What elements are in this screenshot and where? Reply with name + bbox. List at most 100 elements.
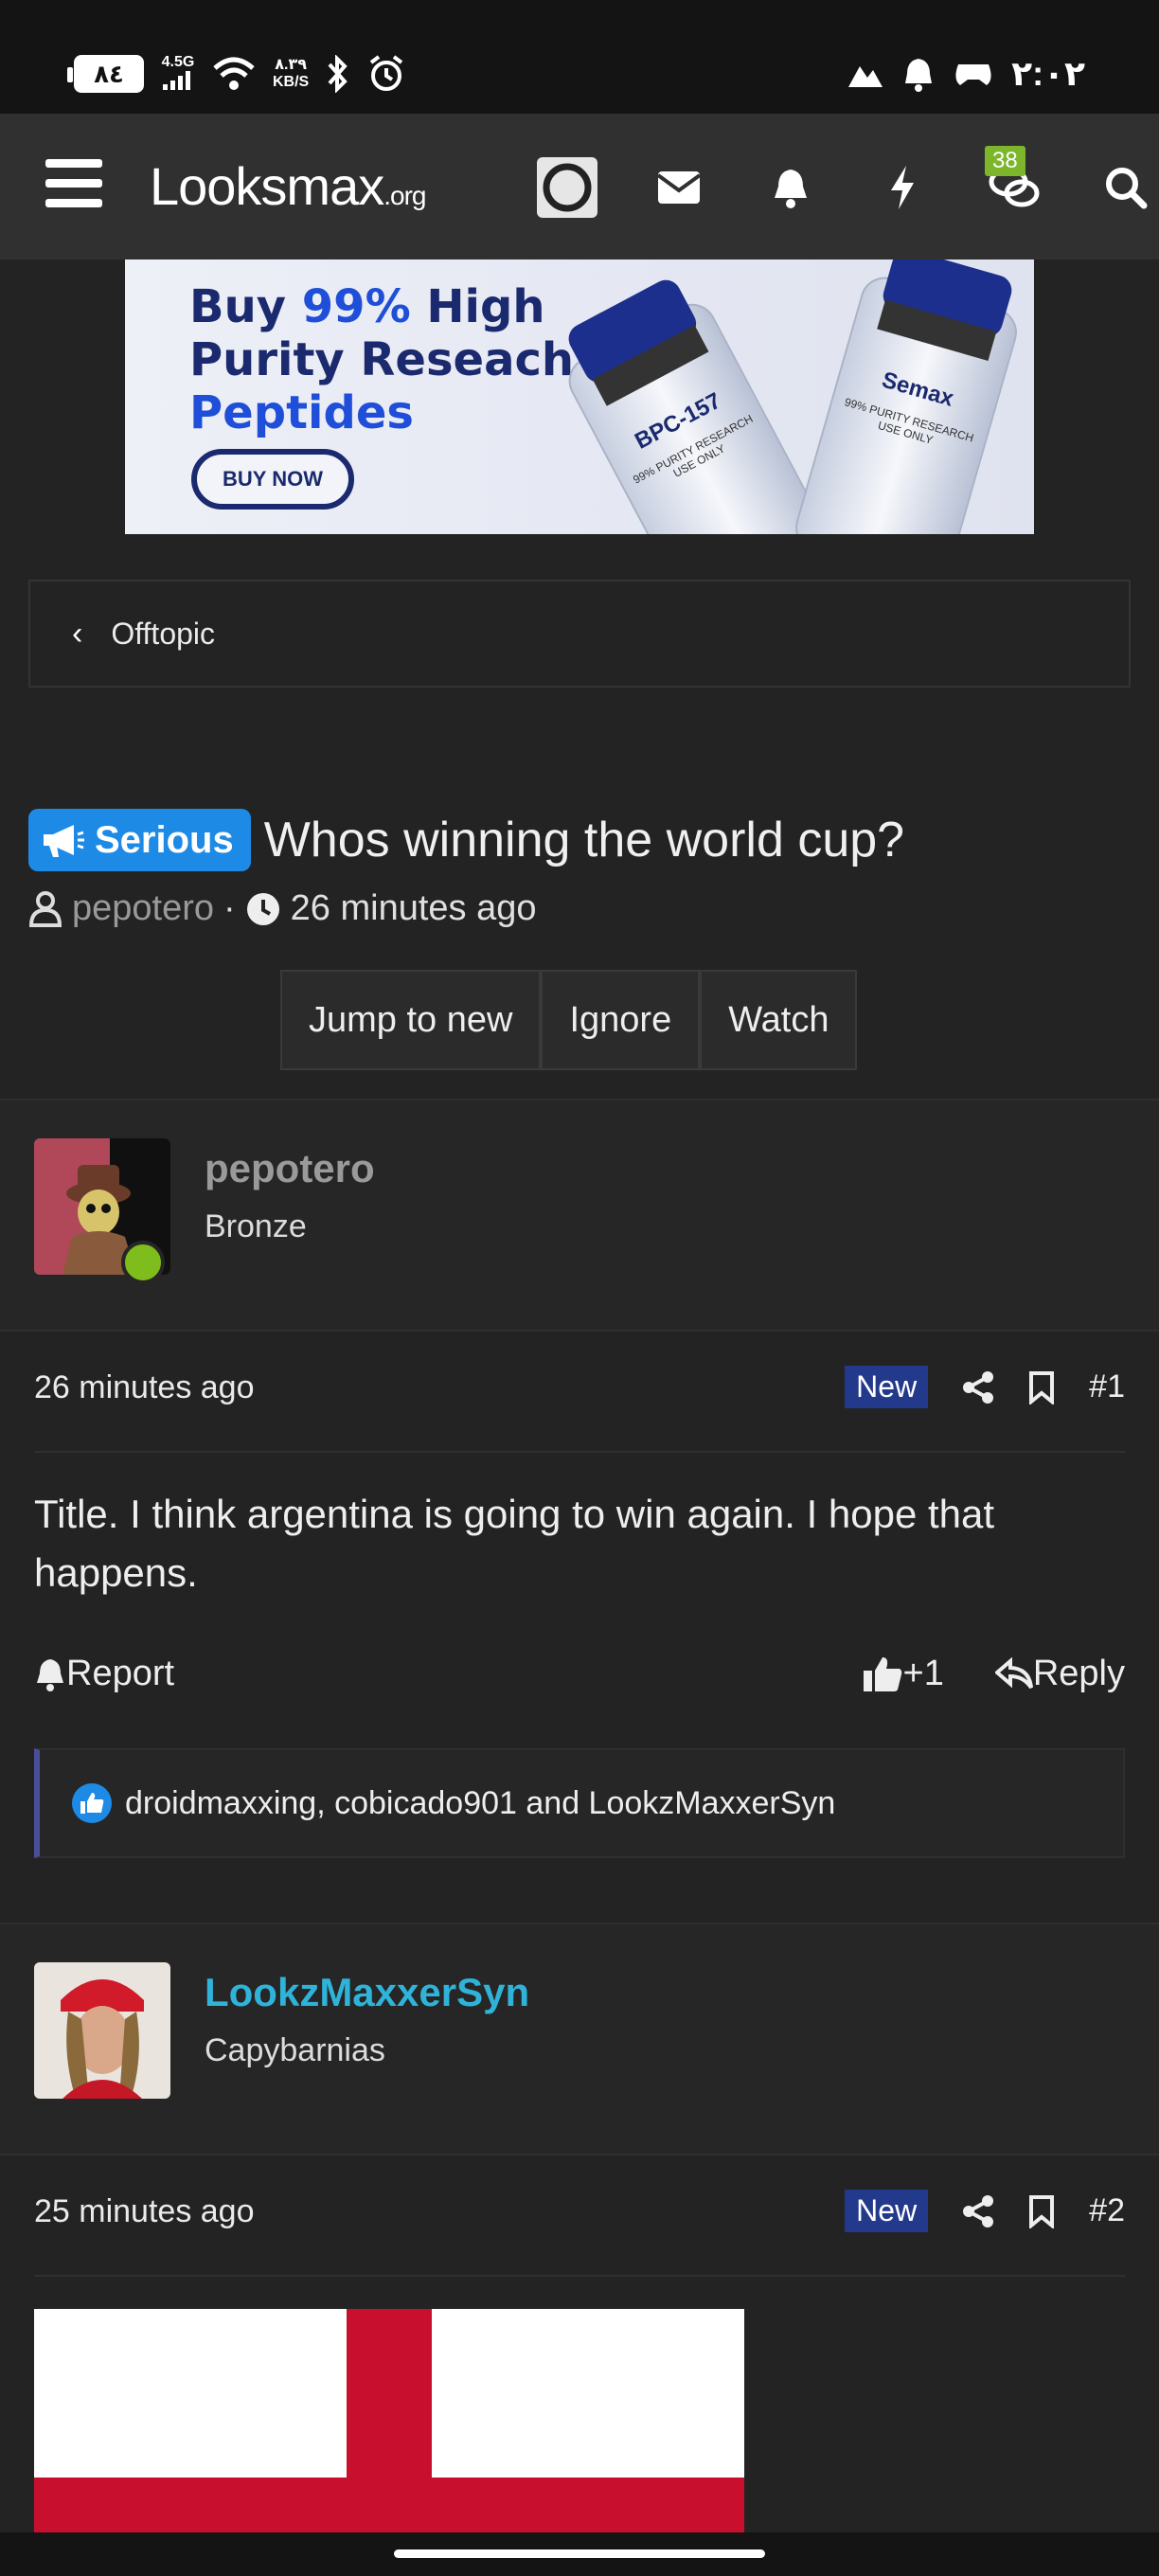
ad-banner[interactable]: Buy 99% High Purity Reseach Peptides BUY… [125, 259, 1034, 534]
report-button[interactable]: Report [34, 1654, 174, 1694]
user-rank: Capybarnias [205, 2032, 385, 2068]
inbox-button[interactable] [623, 152, 735, 224]
battery-indicator: ٨٤ [67, 55, 144, 93]
ad-line3: Peptides [189, 386, 414, 439]
data-speed: ٨.٣٩ KB/S [273, 57, 309, 91]
envelope-icon [656, 171, 702, 204]
divider [34, 1451, 1125, 1453]
reactions-bar[interactable]: droidmaxxing, cobicado901 and LookzMaxxe… [34, 1748, 1125, 1858]
chat-count-badge: 38 [985, 146, 1025, 176]
prefix-label: Serious [95, 818, 234, 861]
ad-headline: Buy 99% High Purity Reseach Peptides [189, 280, 574, 439]
england-flag-image[interactable] [34, 2309, 744, 2536]
bell-icon [775, 170, 807, 208]
new-badge: New [845, 1366, 929, 1408]
post-user-header: pepotero Bronze [0, 1099, 1159, 1330]
clock-icon [246, 892, 279, 925]
thread-time: 26 minutes ago [290, 888, 537, 928]
post-username[interactable]: LookzMaxxerSyn [205, 1970, 529, 2015]
share-icon[interactable] [962, 2194, 994, 2228]
post-number[interactable]: #2 [1089, 2192, 1125, 2229]
notification-icon [905, 59, 933, 92]
post-user-header: LookzMaxxerSyn Capybarnias [0, 1923, 1159, 2154]
reaction-users: droidmaxxing, cobicado901 and LookzMaxxe… [125, 1784, 836, 1821]
top-navbar: Looksmax.org 38 [0, 114, 1159, 259]
conversations-button[interactable]: 38 [958, 146, 1070, 224]
alerts-button[interactable] [735, 152, 847, 224]
ad-line1-b: 99% [301, 280, 411, 333]
speed-value: ٨.٣٩ [275, 57, 307, 73]
ad-line2: Purity Reseach [189, 333, 575, 386]
bookmark-icon[interactable] [1028, 2194, 1055, 2228]
like-reaction-icon [72, 1783, 112, 1823]
watch-button[interactable]: Watch [700, 970, 858, 1070]
post-footer: Report +1 Reply [34, 1654, 1125, 1694]
avatar-ring-icon [543, 163, 592, 212]
reply-button[interactable]: Reply [994, 1654, 1125, 1694]
thread-prefix-badge[interactable]: Serious [28, 809, 251, 871]
thumbs-up-icon [80, 1793, 104, 1814]
thumbs-up-icon [863, 1656, 901, 1691]
search-icon [1106, 168, 1148, 209]
network-label: 4.5G [161, 53, 195, 70]
new-badge: New [845, 2190, 929, 2232]
post-tools: New #2 [845, 2190, 1125, 2232]
game-icon [955, 64, 991, 85]
gesture-bar[interactable] [0, 2532, 1159, 2576]
lightning-icon [891, 166, 914, 209]
post-content: Title. I think argentina is going to win… [34, 1492, 995, 1595]
meta-separator: · [223, 888, 236, 928]
user-photo-icon [34, 1962, 170, 2099]
online-status-indicator [121, 1241, 165, 1284]
reply-label: Reply [1032, 1654, 1125, 1693]
vial-image: BPC-157 99% PURITY RESEARCH USE ONLY [560, 275, 836, 534]
vial-image: Semax 99% PURITY RESEARCH USE ONLY [789, 259, 1024, 534]
post-time[interactable]: 25 minutes ago [34, 2193, 255, 2230]
megaphone-icon [44, 825, 84, 857]
user-avatar-button[interactable] [511, 152, 623, 224]
bookmark-icon[interactable] [1028, 1370, 1055, 1404]
bluetooth-icon [328, 55, 348, 93]
page-title: Serious Whos winning the world cup? [28, 809, 1136, 871]
thread-actions: Jump to new Ignore Watch [280, 970, 858, 1070]
alarm-icon [370, 55, 403, 91]
user-icon [28, 890, 62, 927]
ad-line1-c: High [410, 280, 545, 333]
signal-icon [163, 70, 190, 90]
ignore-button[interactable]: Ignore [541, 970, 701, 1070]
thread-author[interactable]: pepotero [72, 888, 214, 929]
reply-arrow-icon [994, 1656, 1033, 1689]
bell-icon [37, 1658, 63, 1691]
like-button[interactable]: +1 [862, 1654, 944, 1694]
home-indicator [394, 2549, 765, 2558]
thread-title-text: Whos winning the world cup? [263, 813, 905, 868]
mountain-icon [848, 66, 883, 87]
post-footer-actions: +1 Reply [862, 1654, 1125, 1694]
search-button[interactable] [1070, 152, 1159, 224]
breadcrumb[interactable]: ‹ Offtopic [28, 580, 1131, 688]
nav-icon-group: 38 [511, 146, 1159, 224]
post-time[interactable]: 26 minutes ago [34, 1369, 255, 1406]
avatar[interactable] [34, 1962, 170, 2099]
divider [34, 2275, 1125, 2277]
breadcrumb-label: Offtopic [111, 616, 216, 651]
ad-buy-now-button[interactable]: BUY NOW [191, 449, 354, 510]
post-number[interactable]: #1 [1089, 1368, 1125, 1405]
logo-text: Looksmax [150, 156, 384, 216]
logo-suffix: .org [383, 181, 426, 210]
ad-line1-a: Buy [189, 280, 302, 333]
thread-meta: pepotero · 26 minutes ago [28, 888, 537, 929]
share-icon[interactable] [962, 1370, 994, 1404]
post-username[interactable]: pepotero [205, 1146, 375, 1191]
reaction-count: +1 [902, 1654, 944, 1693]
whats-new-button[interactable] [847, 152, 958, 224]
menu-icon[interactable] [45, 159, 102, 210]
status-right: ٢:٠٢ [847, 53, 1085, 95]
clock: ٢:٠٢ [1011, 54, 1085, 93]
user-rank: Bronze [205, 1208, 307, 1244]
wifi-icon [213, 57, 255, 90]
jump-to-new-button[interactable]: Jump to new [280, 970, 542, 1070]
status-bar: ٨٤ 4.5G ٨.٣٩ KB/S ٢:٠٢ [0, 0, 1159, 114]
network-type: 4.5G [161, 54, 195, 95]
site-logo[interactable]: Looksmax.org [150, 155, 426, 217]
